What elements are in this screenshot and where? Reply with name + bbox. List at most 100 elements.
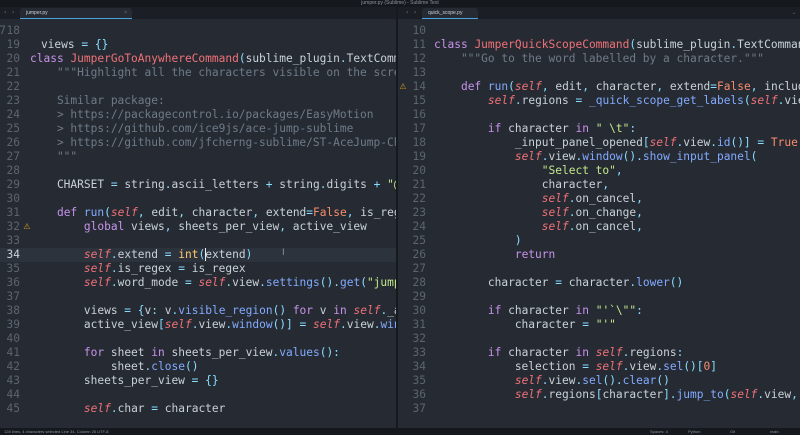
line-number: 39 xyxy=(6,318,20,331)
line-number: 24 xyxy=(412,220,426,233)
status-indentation[interactable]: Spaces: 4 xyxy=(650,428,668,435)
code-text: views = {v: v.visible_region() for v in … xyxy=(30,304,396,317)
line-number: 26 xyxy=(6,136,20,149)
right-editor-pane[interactable]: ‹ › quick_scope.py ⌄ 10 11 class JumperQui… xyxy=(398,7,800,428)
line-number: 29 xyxy=(412,290,426,303)
status-branch[interactable]: main xyxy=(770,428,779,435)
code-line: 13 xyxy=(398,66,800,80)
line-number: 29 xyxy=(6,178,20,191)
status-left: 128 lines, 4 characters selected Line 34… xyxy=(4,429,109,434)
code-line: 37 xyxy=(398,402,800,416)
tab-quick-scope-py[interactable]: quick_scope.py xyxy=(422,8,478,19)
code-text: "Select to", xyxy=(541,164,623,177)
tab-scroll-left-icon[interactable]: ‹ xyxy=(406,7,408,19)
code-text: """Go to the word labelled by a characte… xyxy=(434,52,765,65)
code-line: 18 xyxy=(0,24,396,38)
line-number: 30 xyxy=(412,304,426,317)
line-number: 34 xyxy=(412,360,426,373)
tab-list-dropdown-icon[interactable]: ⌄ xyxy=(792,7,796,19)
line-number: 32 xyxy=(412,332,426,345)
line-number: 40 xyxy=(6,332,20,345)
code-text: self.regions = _quick_scope_get_labels(s… xyxy=(487,94,800,107)
left-editor-pane[interactable]: ‹ › jumper.py × 17 views = {} 181920clas… xyxy=(0,7,396,428)
code-text: self.extend = int(extend) xyxy=(83,248,253,261)
code-text: class JumperQuickScopeCommand(sublime_pl… xyxy=(434,38,800,51)
code-text: CHARSET = string.ascii_letters + string.… xyxy=(30,178,396,191)
line-number: 14 xyxy=(412,80,426,93)
code-line: 33 if character in self.regions: xyxy=(398,346,800,360)
code-text: > https://github.com/ice9js/ace-jump-sub… xyxy=(30,122,354,135)
code-line: 22 self.on_cancel, xyxy=(398,192,800,206)
status-syntax[interactable]: Python xyxy=(688,428,700,435)
line-number: 27 xyxy=(6,150,20,163)
code-text: if character in " \t": xyxy=(487,122,637,135)
line-number: 38 xyxy=(6,304,20,317)
code-line: 29 CHARSET = string.ascii_letters + stri… xyxy=(0,178,396,192)
code-line: 36 self.word_mode = self.view.settings()… xyxy=(0,276,396,290)
line-number: 13 xyxy=(412,66,426,79)
code-line: 32 xyxy=(398,332,800,346)
tab-scroll-right-icon[interactable]: › xyxy=(414,7,416,19)
status-bar: 128 lines, 4 characters selected Line 34… xyxy=(0,428,800,435)
code-line: 23 self.on_change, xyxy=(398,206,800,220)
code-text: """ xyxy=(30,150,78,163)
line-number: 31 xyxy=(412,318,426,331)
code-line: 24 > https://packagecontrol.io/packages/… xyxy=(0,108,396,122)
code-text: selection = self.view.sel()[0] xyxy=(434,360,718,373)
code-line: 30 if character in "'`\"": xyxy=(398,304,800,318)
code-line: 43 sheets_per_view = {} xyxy=(0,374,396,388)
code-text: """Highlight all the characters visible … xyxy=(56,66,396,79)
code-line: 17 if character in " \t": xyxy=(398,122,800,136)
code-line: 15 self.regions = _quick_scope_get_label… xyxy=(398,94,800,108)
code-line: 22 xyxy=(0,80,396,94)
code-text: character, xyxy=(434,178,610,191)
code-line-partial: 17 views = {} xyxy=(0,24,109,51)
right-code-area[interactable]: 10 11 class JumperQuickScopeCommand(sublim… xyxy=(398,19,800,428)
code-text: self.word_mode = self.view.settings().ge… xyxy=(83,276,396,289)
code-line: 31 def run(self, edit, character, extend… xyxy=(0,206,396,220)
line-number: 42 xyxy=(6,360,20,373)
code-text: Similar package: xyxy=(30,94,165,107)
left-code-area[interactable]: 17 views = {} 181920 class JumperGoToAnyw… xyxy=(0,19,396,428)
line-number: 37 xyxy=(412,402,426,415)
code-line: 26 > https://github.com/jfcherng-sublime… xyxy=(0,136,396,150)
code-line: 26 return xyxy=(398,248,800,262)
code-line: 31 character = "'" xyxy=(398,318,800,332)
code-line: 12 """Go to the word labelled by a chara… xyxy=(398,52,800,66)
code-line: 25 > https://github.com/ice9js/ace-jump-… xyxy=(0,122,396,136)
code-line: ⚠ 14 def run(self, edit, character, exten… xyxy=(398,80,800,94)
code-text: self.is_regex = is_regex xyxy=(83,262,246,275)
line-number: 33 xyxy=(412,346,426,359)
line-number: 45 xyxy=(6,402,20,415)
code-line: 25 ) xyxy=(398,234,800,248)
line-number: 22 xyxy=(6,80,20,93)
code-text: class JumperGoToAnywhereCommand(sublime_… xyxy=(30,52,396,65)
code-text: for sheet in sheets_per_view.values(): xyxy=(83,346,340,359)
line-number: 20 xyxy=(412,164,426,177)
line-number: 23 xyxy=(6,94,20,107)
line-number: 28 xyxy=(412,276,426,289)
line-number: 24 xyxy=(6,108,20,121)
line-number: 19 xyxy=(6,38,20,51)
code-line: 27 xyxy=(398,262,800,276)
code-text: active_view[self.view.window()] = self.v… xyxy=(30,318,396,331)
code-line: 18 _input_panel_opened[self.view.id()] =… xyxy=(398,136,800,150)
code-line: 42 sheet.close() xyxy=(0,360,396,374)
line-number: 35 xyxy=(412,374,426,387)
code-line: ⚠ 32 global views, sheets_per_view, activ… xyxy=(0,220,396,234)
line-number: 44 xyxy=(6,388,20,401)
line-number: 43 xyxy=(6,374,20,387)
line-number: 36 xyxy=(6,276,20,289)
line-number: 10 xyxy=(412,24,426,37)
status-git[interactable]: Git xyxy=(730,428,735,435)
code-line: 21 character, xyxy=(398,178,800,192)
code-line: 34 self.extend = int(extend) I xyxy=(0,248,396,262)
line-number: 16 xyxy=(412,108,426,121)
line-number: 33 xyxy=(6,234,20,247)
line-number: 11 xyxy=(412,38,426,51)
code-text: self.regions[character].jump_to(self.vie… xyxy=(514,388,798,401)
code-line: 34 selection = self.view.sel()[0] xyxy=(398,360,800,374)
mouse-ibeam-icon: I xyxy=(282,248,285,258)
code-line: 36 self.regions[character].jump_to(self.… xyxy=(398,388,800,402)
line-number: 21 xyxy=(412,178,426,191)
